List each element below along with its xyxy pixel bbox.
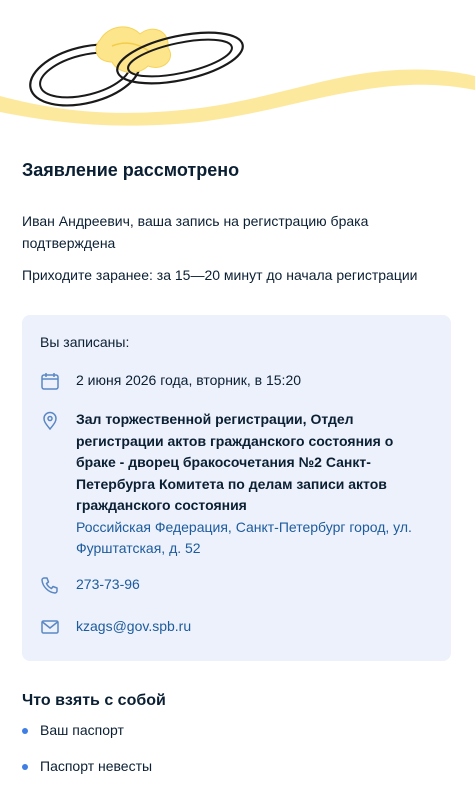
mail-icon xyxy=(40,617,60,637)
email-link[interactable]: kzags@gov.spb.ru xyxy=(76,616,431,638)
confirmation-message: Иван Андреевич, ваша запись на регистрац… xyxy=(22,213,369,251)
place-address-link[interactable]: Российская Федерация, Санкт-Петербург го… xyxy=(76,519,412,557)
email-row: kzags@gov.spb.ru xyxy=(40,616,435,640)
bullet-dot xyxy=(22,764,28,770)
phone-icon xyxy=(40,575,60,595)
place-name: Зал торжественной регистрации, Отдел рег… xyxy=(76,411,394,513)
arrival-advice: Приходите заранее: за 15—20 минут до нач… xyxy=(22,267,418,283)
phone-link[interactable]: 273-73-96 xyxy=(76,574,431,596)
bullet-dot xyxy=(22,728,28,734)
calendar-icon xyxy=(40,371,60,391)
booking-date: 2 июня 2026 года, вторник, в 15:20 xyxy=(76,372,302,388)
booking-details-card: Вы записаны: 2 июня 2026 года, вторник, … xyxy=(22,315,451,661)
booking-heading: Вы записаны: xyxy=(40,334,130,350)
wedding-rings-illustration xyxy=(0,0,475,130)
location-pin-icon xyxy=(40,411,60,431)
page-title: Заявление рассмотрено xyxy=(22,160,240,180)
booking-place-row: Зал торжественной регистрации, Отдел рег… xyxy=(40,410,435,560)
booking-date-row: 2 июня 2026 года, вторник, в 15:20 xyxy=(40,370,435,394)
bring-section-title: Что взять с собой xyxy=(22,692,166,709)
phone-row: 273-73-96 xyxy=(40,574,435,598)
